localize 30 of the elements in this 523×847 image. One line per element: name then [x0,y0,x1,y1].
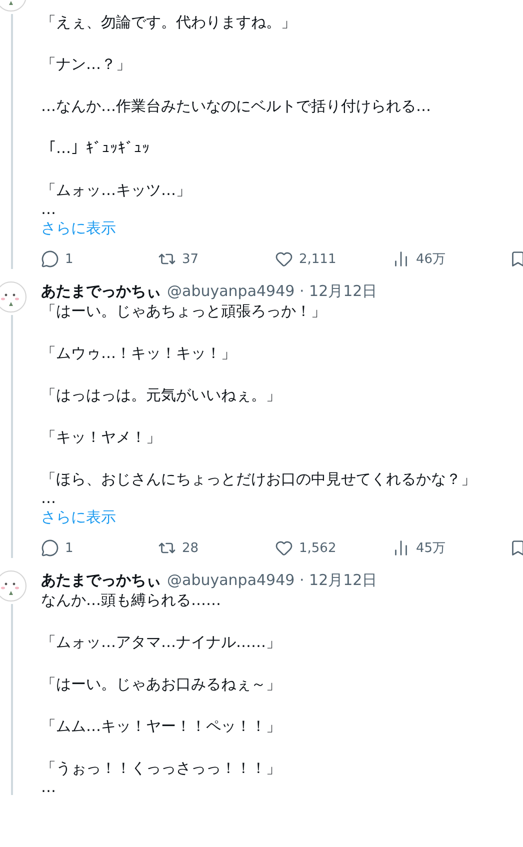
ellipsis-text: … [41,779,57,795]
tweet-text: 「ムム…キッ！ヤー！！ペッ！！」 [41,716,282,737]
views-button[interactable]: 45万 [392,539,509,557]
tweet-text: 「はっはっは。元気がいいねぇ。」 [41,385,282,406]
tweet-text: 「ムォッ…キッツ…」 [41,180,192,201]
tweet-text: 「はーい。じゃあちょっと頑張ろっか！」 [41,301,327,322]
tweet-text: …なんか…作業台みたいなのにベルトで括り付けられる… [41,96,432,117]
reply-button[interactable]: 1 [41,250,158,268]
tweet-text: 「ナン…？」 [41,54,132,75]
tweet-text: 「ほら、おじさんにちょっとだけお口の中見せてくれるかな？」 [41,469,477,490]
repost-button[interactable]: 37 [158,250,275,268]
author-name[interactable]: あたまでっかちぃ [41,570,161,590]
tweet-text: なんか…頭も縛られる…… [41,590,222,611]
like-button[interactable]: 1,562 [275,539,392,557]
tweet-text: 「えぇ、勿論です。代わりますね。」 [41,12,297,33]
views-button[interactable]: 46万 [392,250,509,268]
author-name[interactable]: あたまでっかちぃ [41,281,161,301]
tweet-text: 「キッ！ヤメ！」 [41,427,162,448]
tweet-text: 「うぉっ！！くっっさっっ！！！」 [41,758,282,779]
author-handle-date: @abuyanpa4949 · 12月12日 [167,281,378,301]
ellipsis-text: … [41,490,57,506]
tweet-text: 「ムウゥ…！キッ！キッ！」 [41,343,237,364]
tweet-text: 「ムォッ…アタマ…ナイナル……」 [41,632,282,653]
ellipsis-text: … [41,201,57,217]
reply-button[interactable]: 1 [41,539,158,557]
tweet-text: 「…」ｷﾞｭｯｷﾞｭｯ [41,138,151,159]
author-handle-date: @abuyanpa4949 · 12月12日 [167,570,378,590]
like-button[interactable]: 2,111 [275,250,392,268]
tweet-text: 「はーい。じゃあお口みるねぇ～」 [41,674,282,695]
repost-button[interactable]: 28 [158,539,275,557]
